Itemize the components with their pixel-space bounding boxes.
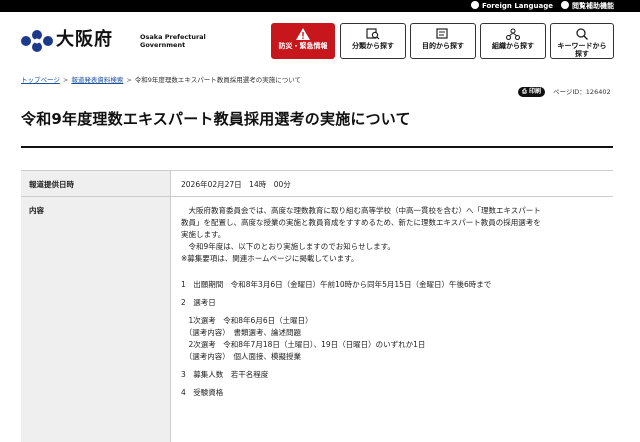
organization-icon	[506, 28, 520, 40]
top-utility-bar: Foreign Language 閲覧補助機能	[0, 0, 640, 12]
purpose-search-icon	[436, 28, 448, 39]
breadcrumb-press-link[interactable]: 報道発表資料検索	[71, 76, 123, 84]
breadcrumb-home-link[interactable]: トップページ	[21, 76, 60, 84]
breadcrumb-current: 令和9年度理数エキスパート教員採用選考の実施について	[134, 76, 302, 84]
content-line: 実施します。	[181, 230, 226, 239]
content-item: 1次選考 令和8年6月6日（土曜日）	[181, 316, 313, 325]
date-value: 2026年02月27日 14時 00分	[181, 180, 291, 189]
content-item: （選考内容） 個人面接、模擬授業	[181, 352, 301, 361]
keyword-search-button[interactable]: キーワードから 探す	[550, 23, 614, 59]
content-item: 2 選考日	[181, 298, 216, 307]
logo-english-name: Osaka Prefectural Government	[140, 33, 206, 49]
title-divider	[21, 146, 613, 148]
table-row-date: 報道提供日時 2026年02月27日 14時 00分	[21, 170, 613, 197]
category-search-icon	[366, 28, 380, 40]
search-by-organization-button[interactable]: 組織から探す	[480, 23, 546, 59]
content-item: 2次選考 令和8年7月18日（土曜日）、19日（日曜日）のいずれか1日	[181, 340, 426, 349]
content-label: 内容	[21, 197, 171, 442]
content-item: 3 募集人数 若干名程度	[181, 370, 269, 379]
content-item: 4 受験資格	[181, 388, 224, 397]
content-line: 教員」を配置し、高度な授業の実施と教員育成をすすめるため、新たに理数エキスパート…	[181, 218, 541, 227]
breadcrumb-separator: >	[126, 76, 132, 84]
foreign-language-link[interactable]: Foreign Language	[471, 0, 553, 12]
printer-icon: ⎙	[522, 88, 527, 95]
content-line: ※募集要項は、関連ホームページに掲載しています。	[181, 254, 359, 263]
emergency-info-button[interactable]: 防災・緊急情報	[271, 23, 335, 59]
table-row-content: 内容 大阪府教育委員会では、高度な理数教育に取り組む高等学校（中高一貫校を含む）…	[21, 197, 613, 442]
content-body: 大阪府教育委員会では、高度な理数教育に取り組む高等学校（中高一貫校を含む）へ「理…	[171, 197, 613, 442]
content-item: （選考内容） 書類選考、論述問題	[181, 328, 301, 337]
content-item: 1 出願期間 令和8年3月6日（金曜日）午前10時から同年5月15日（金曜日）午…	[181, 280, 492, 289]
accessibility-icon	[561, 1, 569, 9]
logo-name: 大阪府	[56, 29, 113, 50]
content-line: 令和9年度は、以下のとおり実施しますのでお知らせします。	[181, 242, 395, 251]
page-id: ページID：126402	[553, 88, 611, 96]
search-by-purpose-button[interactable]: 目的から探す	[410, 23, 476, 59]
search-icon	[576, 28, 588, 40]
date-label: 報道提供日時	[21, 171, 171, 196]
osaka-logo-icon	[21, 30, 53, 52]
page-title: 令和9年度理数エキスパート教員採用選考の実施について	[21, 110, 411, 128]
warning-icon	[296, 28, 310, 40]
breadcrumb: トップページ > 報道発表資料検索 > 令和9年度理数エキスパート教員採用選考の実施につ…	[21, 74, 301, 84]
print-button[interactable]: ⎙ 印刷	[518, 87, 545, 97]
breadcrumb-separator: >	[62, 76, 69, 84]
globe-icon	[471, 1, 479, 9]
content-line: 大阪府教育委員会では、高度な理数教育に取り組む高等学校（中高一貫校を含む）へ「理…	[181, 206, 541, 215]
reading-aid-link[interactable]: 閲覧補助機能	[561, 0, 614, 12]
search-by-category-button[interactable]: 分類から探す	[340, 23, 406, 59]
